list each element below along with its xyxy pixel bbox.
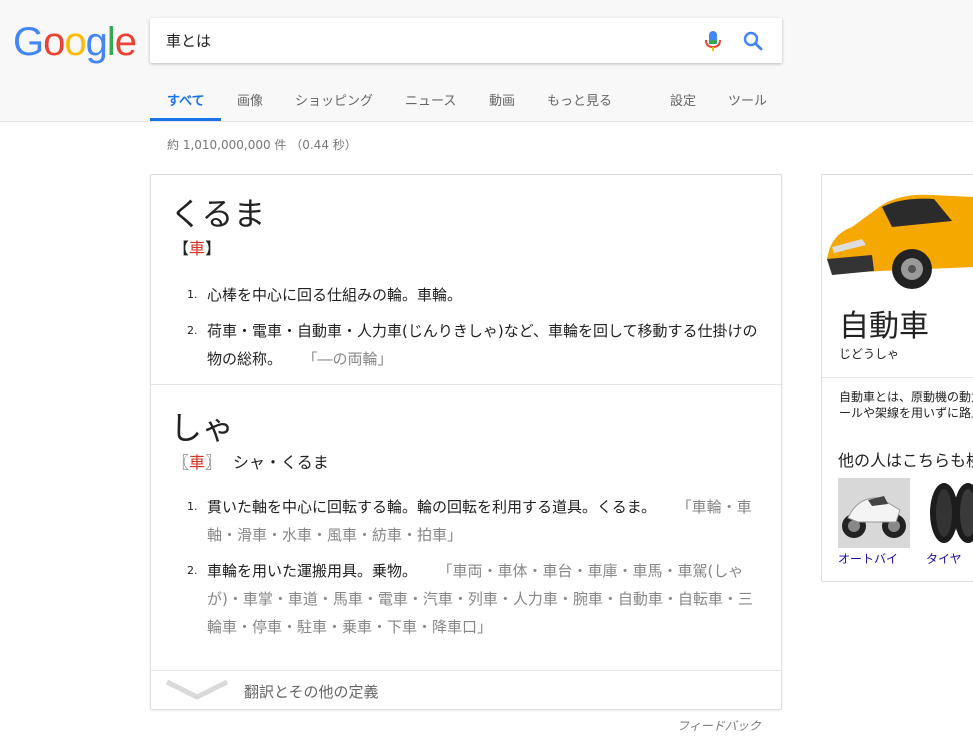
definition-list: 1. 心棒を中心に回る仕組みの輪。車輪。 2. 荷車・電車・自動車・人力車(じんりき… — [187, 281, 767, 381]
search-icon[interactable] — [742, 30, 764, 52]
definition-example: 「―の両輪」 — [310, 350, 393, 368]
active-tab-indicator — [150, 118, 221, 121]
dict-kanji-char: 車 — [189, 453, 206, 472]
chevron-down-icon[interactable] — [165, 679, 229, 701]
tab-settings[interactable]: 設定 — [670, 90, 696, 109]
result-stats: 約 1,010,000,000 件 （0.44 秒） — [167, 138, 357, 152]
knowledge-panel-subtitle: じどうしゃ — [839, 347, 900, 361]
definition-list: 1. 貫いた軸を中心に回転する輪。輪の回転を利用する道具。くるま。 「車輪・車軸・滑… — [187, 493, 767, 649]
definition-item: 2. 荷車・電車・自動車・人力車(じんりきしゃ)など、車輪を回して移動する仕掛けの… — [187, 322, 758, 368]
dict-word: くるま — [170, 195, 266, 233]
tab-news[interactable]: ニュース — [405, 90, 456, 109]
tab-shopping[interactable]: ショッピング — [295, 90, 373, 109]
tab-images[interactable]: 画像 — [237, 90, 263, 109]
dict-kanji: 〖車〗 シャ・くるま — [173, 453, 329, 472]
knowledge-panel-divider — [822, 377, 973, 378]
dict-kanji: 【車】 — [173, 239, 222, 258]
tab-videos[interactable]: 動画 — [489, 90, 515, 109]
entry-divider — [151, 384, 781, 385]
feedback-link[interactable]: フィードバック — [677, 717, 761, 734]
search-box — [150, 18, 782, 63]
more-definitions-row[interactable]: 翻訳とその他の定義 — [151, 670, 781, 710]
thumbnail-label[interactable]: オートバイ — [838, 550, 898, 567]
microphone-icon[interactable] — [703, 30, 723, 52]
tab-tools[interactable]: ツール — [728, 90, 767, 109]
thumbnail-label[interactable]: タイヤ — [926, 550, 962, 567]
motorcycle-icon[interactable] — [838, 478, 910, 548]
dict-word: しゃ — [170, 409, 235, 447]
dict-kanji-char: 車 — [189, 239, 206, 258]
knowledge-panel-description: 自動車とは、原動機の動力によって車輪を回転させ、レールや架線を用いずに路上を走る… — [839, 390, 973, 420]
search-input[interactable] — [166, 18, 686, 63]
knowledge-panel: 自動車 じどうしゃ 自動車とは、原動機の動力によって車輪を回転させ、レールや架線… — [821, 174, 973, 582]
car-image[interactable] — [822, 175, 973, 295]
tab-all[interactable]: すべて — [167, 90, 205, 109]
tab-more[interactable]: もっと見る — [547, 90, 612, 109]
thumbnail-motorcycle[interactable] — [838, 478, 910, 548]
thumbnail-tire[interactable] — [926, 478, 973, 548]
dict-reading: シャ・くるま — [233, 453, 329, 472]
more-definitions-label[interactable]: 翻訳とその他の定義 — [244, 681, 379, 702]
definition-item: 2. 車輪を用いた運搬用具。乗物。 「車両・車体・車台・車庫・車馬・車駕(しゃが)・… — [187, 562, 753, 636]
definition-item: 1. 心棒を中心に回る仕組みの輪。車輪。 — [187, 286, 463, 304]
knowledge-panel-title: 自動車 — [839, 309, 929, 344]
people-also-search-heading: 他の人はこちらも検索 — [838, 451, 973, 470]
tire-icon[interactable] — [926, 478, 973, 548]
definition-item: 1. 貫いた軸を中心に回転する輪。輪の回転を利用する道具。くるま。 「車輪・車軸・滑… — [187, 498, 752, 544]
dictionary-card: くるま 【車】 1. 心棒を中心に回る仕組みの輪。車輪。 2. 荷車・電車・自動車・… — [150, 174, 782, 710]
search-header: Google すべて 画像 ショッピング ニュース 動画 もっと見る 設定 ツー… — [0, 0, 973, 122]
google-logo[interactable]: Google — [13, 20, 137, 64]
